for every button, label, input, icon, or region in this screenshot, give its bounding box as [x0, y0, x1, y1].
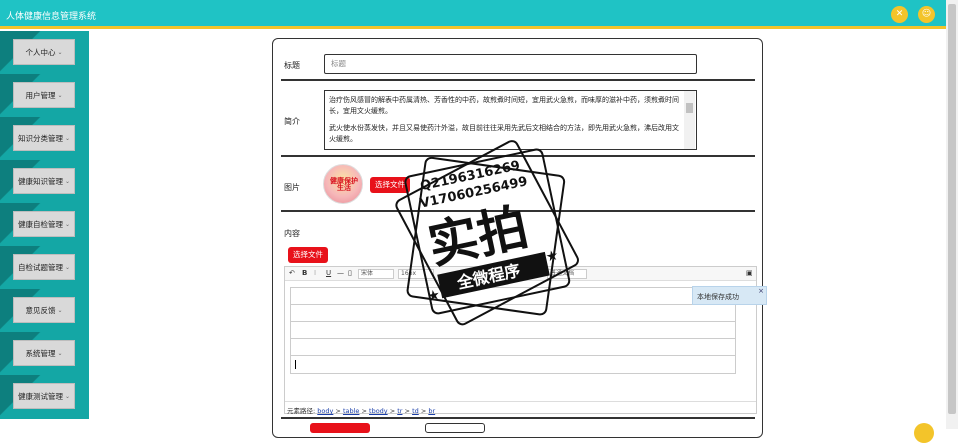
preview-image-text: 健康保护生活 [330, 177, 358, 192]
path-link[interactable]: tbody [369, 407, 388, 415]
divider [281, 79, 755, 81]
app-title: 人体健康信息管理系统 [6, 12, 97, 22]
table-row [291, 339, 735, 356]
sidebar-item-self-check[interactable]: 健康自检管理 ⌄ [0, 203, 89, 246]
chevron-down-icon: ⌄ [64, 177, 71, 185]
chevron-down-icon: ⌄ [57, 48, 63, 56]
element-path: 元素路径: body > table > tbody > tr > td > b… [285, 401, 756, 415]
fullscreen-icon[interactable]: ▣ [746, 269, 753, 277]
sidebar-item-questions[interactable]: 自检试题管理 ⌄ [0, 246, 89, 289]
chevron-down-icon: ⌄ [64, 392, 71, 400]
sidebar-item-label: 系统管理 [25, 348, 56, 358]
table-row [291, 288, 735, 305]
path-link[interactable]: br [428, 407, 435, 415]
intro-paragraph: 治疗伤风感冒的解表中药属清热、芳香性的中药，故煎煮时间短，宜用武火急煎，而味厚的… [329, 96, 679, 115]
chevron-down-icon: ⌄ [57, 91, 63, 99]
content-label: 内容 [284, 229, 300, 238]
cancel-button[interactable] [425, 423, 485, 433]
toast-text: 本地保存成功 [697, 293, 739, 301]
user-icon[interactable]: ☺ [918, 6, 935, 23]
help-icon[interactable] [914, 423, 934, 443]
submit-button[interactable] [310, 423, 370, 433]
bold-icon[interactable]: B [302, 269, 307, 277]
divider [281, 210, 755, 212]
path-link[interactable]: tr [397, 407, 402, 415]
editor-table[interactable] [290, 287, 736, 374]
path-link[interactable]: td [412, 407, 419, 415]
sidebar-item-label: 个人中心 [25, 47, 56, 57]
edit-form: 标题 标题 简介 治疗伤风感冒的解表中药属清热、芳香性的中药，故煎煮时间短，宜用… [272, 38, 767, 438]
font-family-select[interactable]: 宋体 [358, 269, 394, 279]
intro-paragraph: 武火使水份蒸发快，并且又易使药汁外溢，故目前往往采用先武后文相结合的方法，即先用… [329, 124, 679, 143]
intro-textarea[interactable]: 治疗伤风感冒的解表中药属清热、芳香性的中药，故煎煮时间短，宜用武火急煎，而味厚的… [324, 90, 697, 150]
sidebar-item-label: 健康自检管理 [17, 219, 63, 229]
underline-icon[interactable]: U [326, 269, 331, 277]
close-icon[interactable]: × [758, 287, 764, 295]
path-link[interactable]: table [343, 407, 359, 415]
sidebar: 个人中心 ⌄ 用户管理 ⌄ 知识分类管理 ⌄ 健康知识管理 ⌄ 健康自检管理 ⌄ 自检试题… [0, 31, 89, 419]
content-select-file-button[interactable]: 选择文件 [288, 247, 328, 263]
sidebar-item-label: 健康知识管理 [17, 176, 63, 186]
text-cursor [295, 360, 296, 369]
italic-icon[interactable]: I [314, 269, 316, 277]
page-scrollbar[interactable] [946, 0, 958, 429]
title-input[interactable]: 标题 [324, 54, 697, 74]
divider [281, 417, 755, 419]
document-icon[interactable]: ▯ [348, 269, 352, 277]
undo-icon[interactable]: ↶ [289, 269, 295, 277]
close-icon[interactable]: ✕ [891, 6, 908, 23]
sidebar-item-users[interactable]: 用户管理 ⌄ [0, 74, 89, 117]
sidebar-item-category[interactable]: 知识分类管理 ⌄ [0, 117, 89, 160]
save-toast: 本地保存成功 × [692, 286, 767, 305]
element-path-label: 元素路径: [287, 407, 316, 415]
title-label: 标题 [284, 61, 300, 70]
editor-toolbar: ↶ B I U — ▯ 宋体 16px 普通文档 ▣ [285, 267, 756, 281]
table-row [291, 305, 735, 322]
divider [281, 155, 755, 157]
chevron-down-icon: ⌄ [64, 134, 71, 142]
sidebar-item-label: 意见反馈 [25, 305, 56, 315]
intro-label: 简介 [284, 117, 300, 126]
rich-text-editor[interactable]: ↶ B I U — ▯ 宋体 16px 普通文档 ▣ 本地保存成功 × 元素路径… [284, 266, 767, 415]
sidebar-item-label: 用户管理 [25, 90, 56, 100]
sidebar-item-health-knowledge[interactable]: 健康知识管理 ⌄ [0, 160, 89, 203]
select-image-button[interactable]: 选择文件 [370, 177, 410, 193]
sidebar-item-system[interactable]: 系统管理 ⌄ [0, 332, 89, 375]
textarea-scrollbar[interactable] [684, 91, 695, 149]
scroll-thumb[interactable] [948, 4, 956, 414]
sidebar-item-label: 自检试题管理 [17, 262, 63, 272]
sidebar-item-health-test[interactable]: 健康测试管理 ⌄ [0, 375, 89, 418]
chevron-down-icon: ⌄ [64, 263, 71, 271]
top-bar: 人体健康信息管理系统 ✕ ☺ [0, 0, 946, 29]
path-link[interactable]: body [317, 407, 333, 415]
strike-icon[interactable]: — [337, 269, 344, 277]
sidebar-item-feedback[interactable]: 意见反馈 ⌄ [0, 289, 89, 332]
chevron-down-icon: ⌄ [57, 349, 63, 357]
sidebar-item-label: 知识分类管理 [17, 133, 63, 143]
chevron-down-icon: ⌄ [57, 306, 63, 314]
font-size-select[interactable]: 16px [398, 269, 434, 279]
preview-image: 健康保护生活 [323, 164, 363, 204]
chevron-down-icon: ⌄ [64, 220, 71, 228]
table-row [291, 322, 735, 339]
sidebar-item-personal-center[interactable]: 个人中心 ⌄ [0, 31, 89, 74]
sidebar-item-label: 健康测试管理 [17, 391, 63, 401]
paragraph-style-select[interactable]: 普通文档 [547, 269, 587, 279]
image-label: 图片 [284, 183, 300, 192]
